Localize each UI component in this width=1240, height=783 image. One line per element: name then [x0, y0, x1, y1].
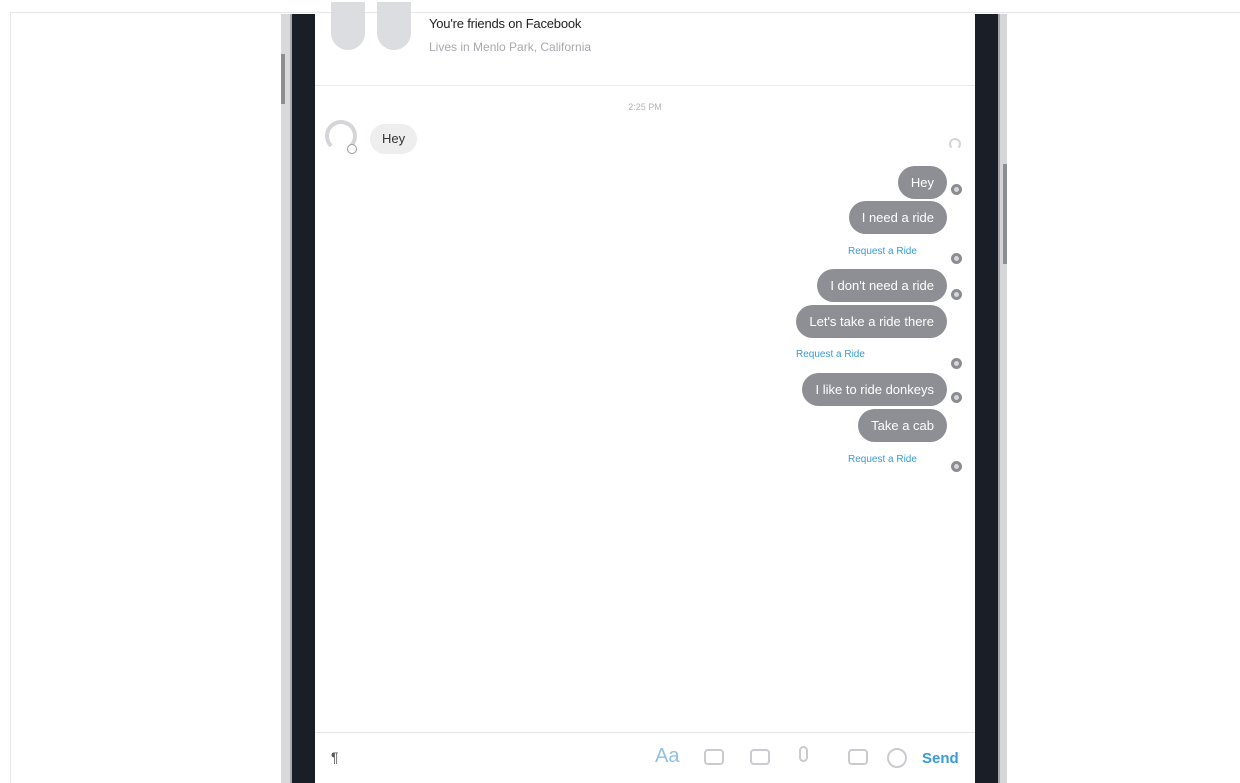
- send-button[interactable]: Send: [922, 750, 959, 767]
- gif-icon[interactable]: [848, 749, 868, 765]
- delivered-check-icon: [951, 289, 962, 300]
- microphone-icon[interactable]: [799, 746, 808, 762]
- delivered-check-icon: [951, 392, 962, 403]
- request-ride-link[interactable]: Request a Ride: [848, 246, 917, 257]
- phone-edge-shadow: [998, 14, 1000, 783]
- outgoing-message-bubble[interactable]: Let's take a ride there: [796, 305, 947, 338]
- profile-avatar[interactable]: [331, 2, 365, 50]
- message-composer: ¶ Aa Send: [315, 732, 975, 783]
- request-ride-link[interactable]: Request a Ride: [796, 349, 865, 360]
- camera-icon[interactable]: [704, 749, 724, 765]
- phone-frame-right: [975, 14, 1007, 783]
- request-ride-link[interactable]: Request a Ride: [848, 454, 917, 465]
- canvas-top-border: [10, 12, 1240, 13]
- outgoing-message-bubble[interactable]: Hey: [897, 166, 947, 199]
- outgoing-message-bubble[interactable]: I need a ride: [848, 201, 947, 234]
- outgoing-message-bubble[interactable]: I like to ride donkeys: [802, 373, 947, 406]
- message-timestamp: 2:25 PM: [628, 102, 662, 112]
- delivered-check-icon: [951, 461, 962, 472]
- emoji-icon[interactable]: [887, 748, 907, 768]
- phone-side-button: [281, 54, 285, 104]
- phone-edge: [1000, 14, 1007, 783]
- phone-power-button: [1003, 164, 1007, 264]
- delivered-check-icon: [951, 358, 962, 369]
- location-text: Lives in Menlo Park, California: [429, 40, 592, 54]
- conversation-header: You're friends on Facebook Lives in Menl…: [315, 2, 975, 86]
- messenger-screen: You're friends on Facebook Lives in Menl…: [315, 2, 975, 783]
- message-input[interactable]: ¶: [331, 749, 339, 765]
- text-style-icon[interactable]: Aa: [655, 745, 679, 768]
- delivered-check-icon: [951, 253, 962, 264]
- outgoing-message-bubble[interactable]: Take a cab: [858, 409, 947, 442]
- phone-frame-left: [281, 14, 315, 783]
- profile-avatar-secondary[interactable]: [377, 2, 411, 50]
- phone-edge: [281, 14, 290, 783]
- outgoing-message-bubble[interactable]: I don't need a ride: [817, 269, 947, 302]
- gallery-icon[interactable]: [750, 749, 770, 765]
- seen-avatar-icon: [949, 138, 961, 150]
- friends-status-text: You're friends on Facebook: [429, 16, 582, 31]
- phone-edge-shadow: [290, 14, 292, 783]
- bot-badge-icon: [347, 144, 357, 154]
- canvas-left-border: [10, 12, 11, 783]
- delivered-check-icon: [951, 184, 962, 195]
- incoming-message-bubble[interactable]: Hey: [370, 124, 418, 154]
